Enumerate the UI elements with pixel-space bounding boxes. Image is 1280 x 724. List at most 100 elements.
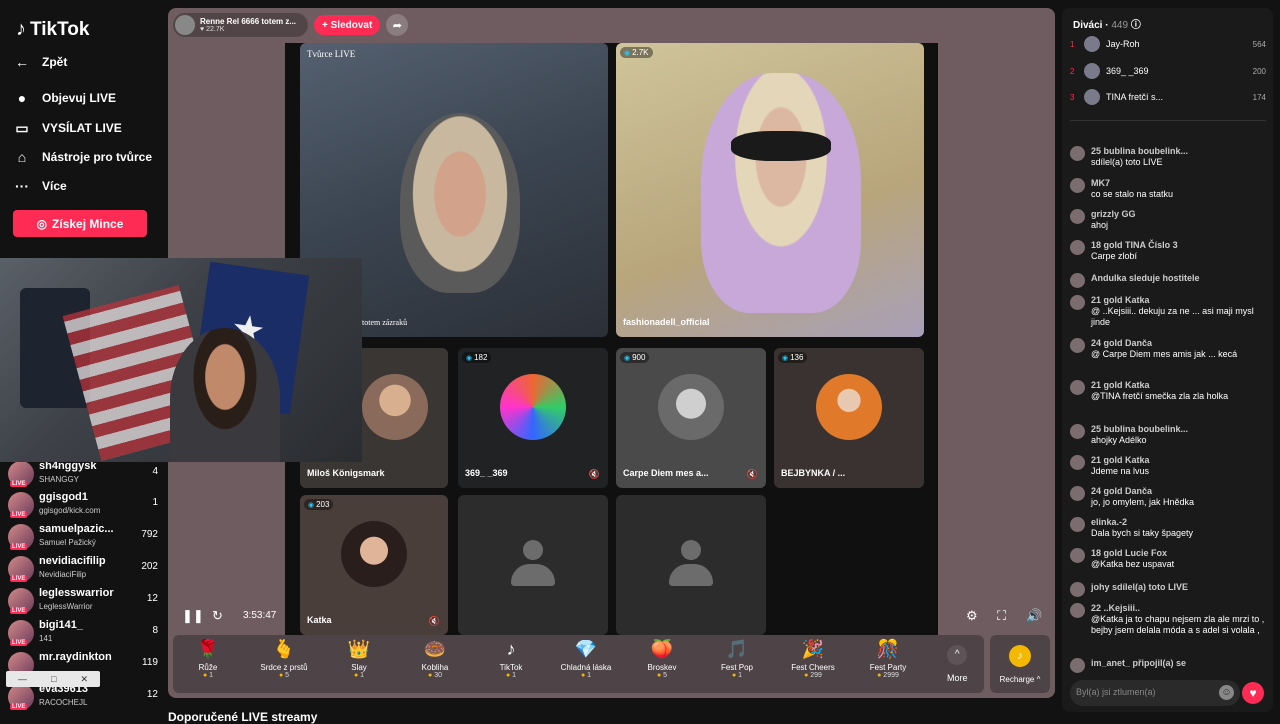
settings-icon[interactable]: ⚙: [966, 608, 978, 624]
stream-time: 3:53:47: [243, 610, 277, 621]
live-badge: LIVE: [10, 704, 28, 710]
nav-back[interactable]: ← Zpět: [12, 49, 162, 75]
recommended-title: Doporučené LIVE streamy: [168, 710, 318, 724]
suggested-live-item[interactable]: LIVE samuelpazic... Samuel Pažický 792: [8, 521, 158, 551]
suggested-live-item[interactable]: LIVE ggisgod1 ggisgod/kick.com 1: [8, 489, 158, 519]
muted-mic-icon: 🔇: [746, 469, 758, 479]
back-arrow-icon: ←: [15, 54, 29, 70]
fest-cheers-icon: 🎉: [801, 639, 825, 659]
nav-explore-live[interactable]: ● Objevuj LIVE: [12, 85, 162, 111]
live-badge: LIVE: [10, 544, 28, 550]
person-placeholder-icon: [669, 540, 713, 590]
empty-seat[interactable]: [458, 495, 608, 635]
like-heart-button[interactable]: ♥: [1242, 682, 1264, 704]
avatar: [1070, 209, 1085, 224]
chevron-up-icon: ^: [947, 645, 968, 665]
top-viewer[interactable]: 3 TINA fretčí s... 174: [1070, 88, 1266, 106]
join-icon: [1070, 658, 1085, 673]
live-badge: LIVE: [10, 512, 28, 518]
recharge-button[interactable]: ♪ Recharge ^: [990, 635, 1050, 693]
close-icon[interactable]: ✕: [80, 674, 88, 685]
avatar: [1070, 424, 1085, 439]
volume-icon[interactable]: 🔊: [1026, 608, 1042, 624]
chat-panel: Diváci · 449 ⓘ 1 Jay-Roh 564 2 369_ _369 200…: [1062, 8, 1273, 712]
guest-face: [701, 73, 861, 313]
finger-heart-icon: 🫰: [272, 639, 296, 659]
coin-icon: ♪: [1009, 645, 1031, 667]
share-icon: [1070, 582, 1085, 597]
host-face: [400, 113, 520, 293]
nav-creator-tools[interactable]: ⌂ Nástroje pro tvůrce: [12, 144, 162, 170]
chat-input[interactable]: Byl(a) jsi ztlumen(a) ☺: [1070, 680, 1240, 706]
guest-tile[interactable]: 203 Katka 🔇: [300, 495, 448, 635]
tiktok-logo[interactable]: ♪ TikTok: [16, 18, 89, 41]
suggested-live-item[interactable]: LIVE sh4nggysk SHANGGY 4: [8, 458, 158, 488]
gift-item[interactable]: 💎Chladná láska1: [553, 639, 619, 679]
maximize-icon[interactable]: □: [51, 674, 56, 684]
slay-icon: 👑: [347, 639, 371, 659]
fest-pop-icon: 🎵: [725, 639, 749, 659]
gift-item[interactable]: 🎵Fest Pop1: [704, 639, 770, 679]
host-info[interactable]: Renne Rel 6666 totem z... ♥ 22.7K: [173, 13, 308, 37]
divider: [1070, 120, 1266, 121]
top-viewer[interactable]: 1 Jay-Roh 564: [1070, 35, 1266, 53]
person-placeholder-icon: [511, 540, 555, 590]
guest-tile[interactable]: 182 369_ _369 🔇: [458, 348, 608, 488]
guest-tile[interactable]: 900 Carpe Diem mes a... 🔇: [616, 348, 766, 488]
emoji-icon[interactable]: ☺: [1219, 685, 1234, 700]
coin-icon: ◎: [36, 216, 48, 231]
sunglasses: [731, 131, 831, 161]
guest-avatar: [500, 373, 566, 440]
avatar: [1070, 517, 1085, 532]
gift-item[interactable]: 🎊Fest Party2999: [855, 639, 921, 679]
avatar: [1084, 89, 1100, 105]
person-icon: [1070, 273, 1085, 288]
get-coins-button[interactable]: ◎ Získej Mince: [13, 210, 147, 237]
donut-icon: 🍩: [423, 639, 447, 659]
peach-icon: 🍑: [650, 639, 674, 659]
suggested-live-item[interactable]: LIVE leglesswarrior LeglessWarrior 12: [8, 585, 158, 615]
suggested-live-item[interactable]: LIVE bigi141_ 141 8: [8, 617, 158, 647]
gift-item[interactable]: 🎉Fest Cheers299: [780, 639, 846, 679]
refresh-icon[interactable]: ↻: [212, 608, 223, 624]
player-topbar: Renne Rel 6666 totem z... ♥ 22.7K + Sled…: [173, 13, 409, 37]
gift-item[interactable]: 🫰Srdce z prstů5: [251, 639, 317, 679]
fest-party-icon: 🎊: [876, 639, 900, 659]
more-gifts-button[interactable]: ^ More: [947, 645, 968, 683]
guest-avatar: [658, 373, 724, 440]
avatar: [1070, 603, 1085, 618]
gift-item[interactable]: 🌹Růže1: [175, 639, 241, 679]
guest-avatar: [816, 373, 882, 440]
share-icon[interactable]: ➦: [386, 14, 409, 36]
viewers-header[interactable]: Diváci · 449 ⓘ: [1073, 16, 1141, 31]
avatar: [1070, 548, 1085, 563]
window-controls: — □ ✕: [6, 671, 100, 687]
follow-button[interactable]: + Sledovat: [314, 15, 381, 35]
empty-seat[interactable]: [616, 495, 766, 635]
fullscreen-icon[interactable]: ⛶: [997, 608, 1006, 624]
avatar: [1070, 455, 1085, 470]
home-icon: ⌂: [17, 149, 27, 165]
live-badge: LIVE: [10, 576, 28, 582]
diamond-icon: 💎: [574, 639, 598, 659]
top-viewer[interactable]: 2 369_ _369 200: [1070, 62, 1266, 80]
gift-item[interactable]: ♪TikTok1: [478, 639, 544, 679]
live-badge: LIVE: [10, 608, 28, 614]
avatar: [1070, 338, 1085, 353]
guest-tile[interactable]: 2.7K fashionadell_official: [616, 43, 924, 337]
gift-item[interactable]: 🍩Kobliha30: [402, 639, 468, 679]
avatar: [1084, 36, 1100, 52]
gift-item[interactable]: 👑Slay1: [326, 639, 392, 679]
suggested-live-item[interactable]: LIVE nevidiacifilip NevidiaciFilip 202: [8, 553, 158, 583]
pause-icon[interactable]: ❚❚: [182, 608, 204, 624]
avatar: [1084, 63, 1100, 79]
guest-tile[interactable]: 136 BEJBYNKA / ...: [774, 348, 924, 488]
gift-item[interactable]: 🍑Broskev5: [629, 639, 695, 679]
avatar: [1070, 240, 1085, 255]
nav-go-live[interactable]: ▭ VYSÍLAT LIVE: [12, 115, 162, 141]
minimize-icon[interactable]: —: [18, 674, 27, 684]
nav-more[interactable]: ··· Více: [12, 173, 162, 199]
webcam-overlay: [0, 258, 362, 462]
live-badge: LIVE: [10, 640, 28, 646]
multi-guest-grid: Tvůrce LIVE totem zázraků 2.7K fashionad…: [285, 43, 938, 635]
